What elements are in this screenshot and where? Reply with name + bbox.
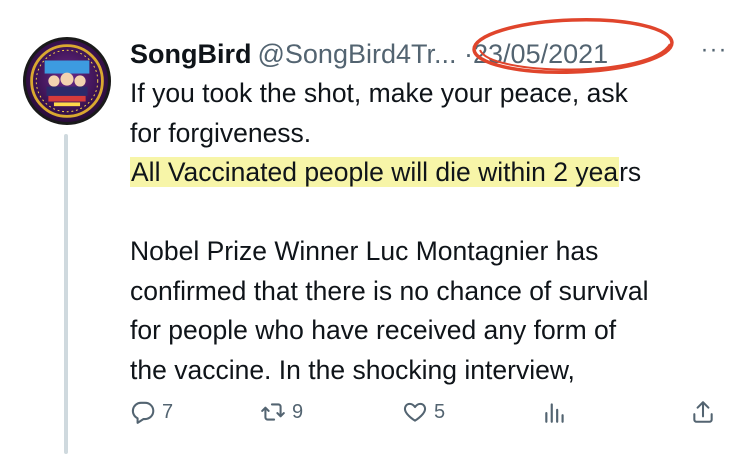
retweet-icon: [261, 403, 285, 421]
tweet-line: If you took the shot, make your peace, a…: [130, 78, 628, 108]
retweet-button[interactable]: 9: [260, 394, 303, 430]
tweet-header: SongBird @SongBird4Tr... ·23/05/2021: [130, 34, 608, 74]
tweet-text: If you took the shot, make your peace, a…: [130, 74, 730, 390]
share-icon: [693, 401, 713, 423]
avatar[interactable]: [23, 37, 111, 125]
retweet-count: 9: [292, 400, 304, 423]
highlighted-text: All Vaccinated people will die within 2 …: [130, 157, 620, 187]
like-icon: [403, 402, 427, 422]
reply-icon: [131, 401, 155, 424]
reply-button[interactable]: 7: [130, 394, 173, 430]
handle[interactable]: @SongBird4Tr...: [258, 39, 457, 69]
like-button[interactable]: 5: [402, 394, 445, 430]
tweet-line: Nobel Prize Winner Luc Montagnier has: [130, 236, 599, 266]
avatar-image: [30, 44, 104, 118]
views-button[interactable]: [542, 394, 568, 430]
tweet-line: for people who have received any form of: [130, 315, 617, 345]
timestamp[interactable]: 23/05/2021: [473, 39, 608, 69]
tweet-line: confirmed that there is no chance of sur…: [130, 275, 649, 306]
tweet-text-fragment: rs: [619, 157, 642, 187]
thread-line: [64, 134, 68, 454]
reply-count: 7: [162, 400, 174, 423]
views-icon: [545, 403, 564, 423]
like-count: 5: [434, 400, 446, 423]
action-bar: 7 9 5: [130, 394, 730, 430]
display-name[interactable]: SongBird: [130, 39, 252, 69]
more-button[interactable]: ···: [696, 38, 732, 68]
more-icon: ···: [700, 36, 728, 63]
tweet-line: for forgiveness.: [130, 117, 312, 148]
tweet-card[interactable]: SongBird @SongBird4Tr... ·23/05/2021 ··· …: [0, 0, 746, 454]
separator-dot: ·: [464, 39, 474, 69]
share-button[interactable]: [690, 394, 716, 430]
tweet-line: the vaccine. In the shocking interview,: [130, 354, 575, 385]
tweet-line-highlighted: All Vaccinated people will die within 2 …: [130, 153, 730, 193]
